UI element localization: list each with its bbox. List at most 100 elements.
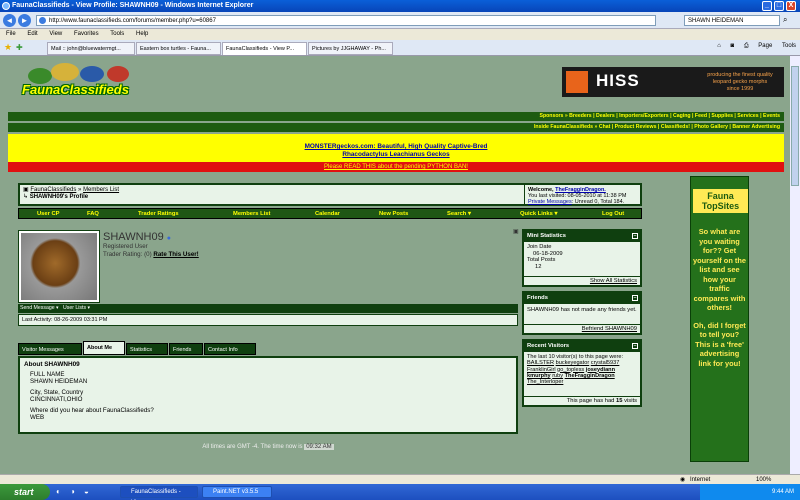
maximize-button[interactable]: □ — [774, 1, 784, 11]
offline-status-icon: ● — [166, 235, 172, 242]
python-ban-notice[interactable]: Please READ THIS about the pending PYTHO… — [8, 162, 784, 172]
forward-icon[interactable]: ► — [18, 14, 31, 27]
user-lists-menu[interactable]: User Lists ▾ — [63, 305, 90, 311]
site-logo[interactable]: FaunaClassifieds — [10, 62, 150, 104]
visitor-link[interactable]: FranklinGirl — [527, 367, 556, 373]
tab-eastern-box-turtles[interactable]: Eastern box turtles - Fauna... — [136, 42, 221, 55]
add-favorite-icon[interactable]: ✚ — [16, 43, 23, 52]
nav-calendar[interactable]: Calendar — [315, 209, 340, 220]
collapse-icon[interactable]: ▣ — [513, 228, 519, 235]
visitor-link[interactable]: crystal5937 — [591, 360, 620, 366]
visitor-link[interactable]: kmurphy — [527, 373, 551, 379]
monstergeckos-ad[interactable]: MONSTERgeckos.com: Beautiful, High Quali… — [8, 134, 784, 162]
visitor-link[interactable]: buckeyegator — [556, 360, 590, 366]
menu-favorites[interactable]: Favorites — [74, 31, 99, 37]
full-name-value: SHAWN HEIDEMAN — [30, 378, 88, 385]
quicklaunch-icon[interactable]: ◐ — [56, 487, 61, 496]
scrollbar[interactable] — [790, 56, 800, 474]
nav-quick-links[interactable]: Quick Links ▾ — [520, 209, 557, 220]
taskbar-faunaclassifieds[interactable]: FaunaClassifieds - View... — [120, 486, 198, 498]
python-ban-link[interactable]: Please READ THIS about the pending PYTHO… — [324, 164, 468, 170]
breadcrumb-current: SHAWNH09's Profile — [29, 194, 89, 200]
collapse-icon[interactable]: – — [632, 343, 638, 349]
befriend-link[interactable]: Befriend SHAWNH09 — [582, 326, 637, 332]
tab-mail[interactable]: Mail :: john@bluewatermgt... — [47, 42, 135, 55]
quicklaunch-icon[interactable]: ◒ — [84, 487, 89, 496]
nav-members-list[interactable]: Members List — [233, 209, 270, 220]
taskbar-paintnet[interactable]: Paint.NET v3.5.5 — [202, 486, 272, 498]
trader-rating-value[interactable]: (0) — [144, 251, 152, 258]
mini-statistics-panel: Mini Statistics – Join Date 06-18-2009 To… — [522, 229, 642, 287]
search-input[interactable]: SHAWN HEIDEMAN — [684, 15, 780, 26]
collapse-icon[interactable]: – — [632, 295, 638, 301]
rate-user-link[interactable]: Rate This User! — [153, 251, 198, 258]
tab-visitor-messages[interactable]: Visitor Messages — [18, 343, 82, 355]
hiss-banner-ad[interactable]: HISS producing the finest quality leopar… — [562, 67, 784, 97]
visitor-link[interactable]: go_topless — [557, 367, 584, 373]
window-titlebar: FaunaClassifieds - View Profile: SHAWNH0… — [0, 0, 800, 12]
tab-friends[interactable]: Friends — [169, 343, 203, 355]
scrollbar-thumb[interactable] — [791, 66, 799, 186]
search-icon[interactable]: ⌕ — [783, 15, 787, 25]
tools-menu[interactable]: Tools — [782, 43, 796, 49]
nav-log-out[interactable]: Log Out — [602, 209, 624, 220]
private-messages-link[interactable]: Private Messages — [528, 199, 572, 205]
nav-trader-ratings[interactable]: Trader Ratings — [138, 209, 179, 220]
favorites-star-icon[interactable]: ★ — [4, 42, 12, 53]
breadcrumb-root[interactable]: FaunaClassifieds — [30, 187, 76, 193]
tab-about-me[interactable]: About Me — [83, 341, 125, 355]
feeds-icon[interactable]: ◙ — [731, 43, 735, 49]
print-icon[interactable]: ⎙ — [744, 43, 749, 49]
visitor-link[interactable]: The_Interloper — [527, 379, 563, 385]
inside-links[interactable]: Inside FaunaClassifieds » Chat | Product… — [8, 123, 784, 132]
fauna-topsites-ad[interactable]: Fauna TopSites So what are you waiting fo… — [690, 176, 749, 462]
nav-search[interactable]: Search ▾ — [447, 209, 471, 220]
ad-line-1[interactable]: MONSTERgeckos.com: Beautiful, High Quali… — [305, 143, 488, 150]
visitor-link[interactable]: TheFragginDragon — [565, 373, 615, 379]
minimize-button[interactable]: _ — [762, 1, 772, 11]
tab-contact-info[interactable]: Contact Info — [204, 343, 256, 355]
close-button[interactable]: X — [786, 1, 796, 11]
last-activity: Last Activity: 08-26-2009 03:31 PM — [18, 314, 518, 326]
nav-faq[interactable]: FAQ — [87, 209, 99, 220]
collapse-icon[interactable]: – — [632, 233, 638, 239]
status-bar: ◉ Internet 100% — [0, 474, 800, 484]
show-all-statistics-link[interactable]: Show All Statistics — [590, 278, 637, 284]
url-input[interactable]: http://www.faunaclassifieds.com/forums/m… — [36, 15, 656, 26]
topsites-pitch-1: So what are you waiting for?? Get yourse… — [693, 227, 746, 312]
timezone-text: All times are GMT -4. The time now is — [202, 444, 303, 450]
menu-bar: File Edit View Favorites Tools Help — [0, 29, 800, 40]
quicklaunch-icon[interactable]: ◑ — [70, 487, 75, 496]
menu-help[interactable]: Help — [136, 31, 148, 37]
send-message-menu[interactable]: Send Message ▾ — [20, 305, 59, 311]
about-heading: About SHAWNH09 — [24, 361, 80, 368]
nav-user-cp[interactable]: User CP — [37, 209, 60, 220]
tab-faunaclassifieds[interactable]: FaunaClassifieds - View P... — [222, 42, 307, 55]
tab-statistics[interactable]: Statistics — [126, 343, 168, 355]
back-icon[interactable]: ◄ — [3, 14, 16, 27]
start-button[interactable]: start — [0, 484, 50, 500]
ad-line-2[interactable]: Rhacodactylus Leachianus Geckos — [342, 151, 449, 158]
visitor-link[interactable]: ruby — [552, 373, 563, 379]
recent-visitors-panel: Recent Visitors – The last 10 visitor(s) … — [522, 339, 642, 407]
heard-value: WEB — [30, 414, 45, 421]
sponsors-links[interactable]: Sponsors » Breeders | Dealers | Importer… — [8, 112, 784, 121]
nav-new-posts[interactable]: New Posts — [379, 209, 408, 220]
home-icon[interactable]: ⌂ — [717, 43, 721, 49]
tab-pictures[interactable]: Pictures by JJGHAWAY - Ph... — [308, 42, 393, 55]
menu-edit[interactable]: Edit — [27, 31, 37, 37]
command-bar: ⌂ ◙ ⎙ Page Tools — [709, 43, 796, 50]
visitor-link[interactable]: BAILSTER — [527, 360, 554, 366]
hiss-name: HISS — [596, 71, 640, 90]
system-tray: 9:44 AM — [700, 484, 800, 500]
address-bar: ◄ ► http://www.faunaclassifieds.com/foru… — [0, 12, 800, 29]
visitor-link[interactable]: joseydiann — [586, 367, 615, 373]
friends-header: Friends – — [524, 293, 640, 304]
location-value: CINCINNATI,OHIO — [30, 396, 83, 403]
menu-file[interactable]: File — [6, 31, 16, 37]
pm-counts: : Unread 0, Total 184. — [571, 199, 625, 205]
menu-view[interactable]: View — [49, 31, 62, 37]
page-menu[interactable]: Page — [758, 43, 772, 49]
breadcrumb-members[interactable]: Members List — [83, 187, 119, 193]
menu-tools[interactable]: Tools — [110, 31, 124, 37]
